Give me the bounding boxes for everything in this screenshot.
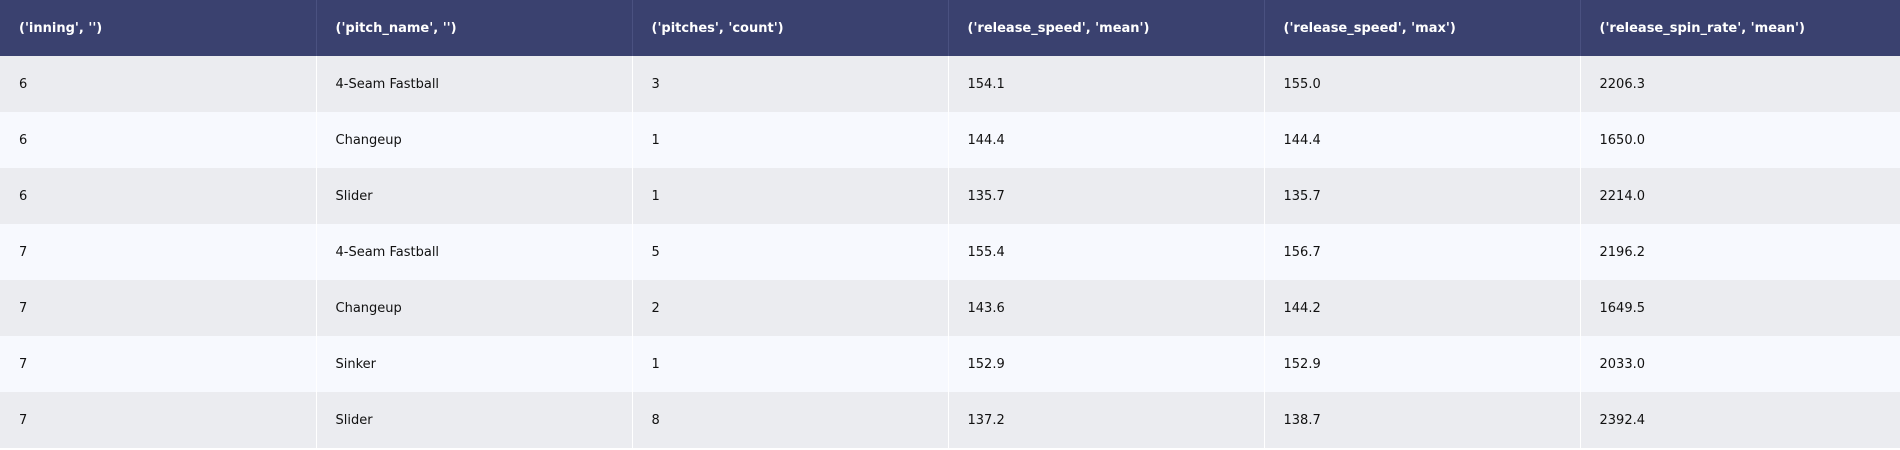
column-header-release-spin-rate-mean[interactable]: ('release_spin_rate', 'mean')	[1580, 0, 1900, 56]
cell-release-speed-max: 152.9	[1264, 336, 1581, 392]
cell-pitches-count: 3	[632, 56, 949, 112]
cell-release-speed-max: 144.2	[1264, 280, 1581, 336]
cell-pitches-count: 1	[632, 336, 949, 392]
pitch-stats-table: ('inning', '') ('pitch_name', '') ('pitc…	[0, 0, 1900, 448]
cell-inning: 6	[0, 112, 317, 168]
column-header-pitches-count[interactable]: ('pitches', 'count')	[632, 0, 949, 56]
cell-inning: 7	[0, 392, 317, 448]
table-row: 6 4-Seam Fastball 3 154.1 155.0 2206.3	[0, 56, 1900, 112]
cell-pitch-name: Changeup	[316, 280, 633, 336]
cell-pitches-count: 1	[632, 112, 949, 168]
cell-release-spin-rate-mean: 2392.4	[1599, 412, 1646, 428]
cell-pitches-count: 5	[632, 224, 949, 280]
column-header-release-speed-max[interactable]: ('release_speed', 'max')	[1264, 0, 1581, 56]
table-row: 7 Changeup 2 143.6 144.2 1649.5	[0, 280, 1900, 336]
cell-release-spin-rate-mean: 2033.0	[1599, 356, 1646, 372]
cell-pitches-count: 1	[632, 168, 949, 224]
cell-pitches-count: 8	[632, 392, 949, 448]
cell-release-speed-max: 135.7	[1264, 168, 1581, 224]
cell-release-speed-mean: 144.4	[948, 112, 1265, 168]
table-row: 6 Slider 1 135.7 135.7 2214.0	[0, 168, 1900, 224]
table-row: 7 Sinker 1 152.9 152.9 2033.0	[0, 336, 1900, 392]
cell-pitch-name: 4-Seam Fastball	[316, 56, 633, 112]
cell-release-speed-mean: 152.9	[948, 336, 1265, 392]
cell-inning: 7	[0, 280, 317, 336]
cell-pitch-name: Changeup	[316, 112, 633, 168]
cell-pitches-count: 2	[632, 280, 949, 336]
column-header-release-speed-mean[interactable]: ('release_speed', 'mean')	[948, 0, 1265, 56]
cell-pitch-name: Slider	[316, 392, 633, 448]
cell-release-speed-mean: 135.7	[948, 168, 1265, 224]
cell-pitch-name: 4-Seam Fastball	[316, 224, 633, 280]
column-header-pitch-name[interactable]: ('pitch_name', '')	[316, 0, 633, 56]
cell-inning: 7	[0, 336, 317, 392]
cell-release-speed-mean: 154.1	[948, 56, 1265, 112]
cell-release-spin-rate-mean: 2206.3	[1599, 76, 1646, 92]
cell-inning: 6	[0, 168, 317, 224]
header-row: ('inning', '') ('pitch_name', '') ('pitc…	[0, 0, 1900, 56]
cell-release-spin-rate-mean: 1650.0	[1599, 132, 1646, 148]
table-row: 7 4-Seam Fastball 5 155.4 156.7 2196.2	[0, 224, 1900, 280]
data-table-container: ('inning', '') ('pitch_name', '') ('pitc…	[0, 0, 1900, 450]
cell-pitch-name: Slider	[316, 168, 633, 224]
cell-release-spin-rate-mean: 2196.2	[1599, 244, 1646, 260]
table-body: 6 4-Seam Fastball 3 154.1 155.0 2206.3 6…	[0, 56, 1900, 448]
cell-release-speed-max: 144.4	[1264, 112, 1581, 168]
column-header-inning[interactable]: ('inning', '')	[0, 0, 317, 56]
cell-release-speed-max: 155.0	[1264, 56, 1581, 112]
cell-release-spin-rate-mean: 1649.5	[1599, 300, 1646, 316]
cell-release-speed-mean: 137.2	[948, 392, 1265, 448]
table-header: ('inning', '') ('pitch_name', '') ('pitc…	[0, 0, 1900, 56]
cell-release-spin-rate-mean: 2214.0	[1599, 188, 1646, 204]
cell-inning: 6	[0, 56, 317, 112]
table-row: 6 Changeup 1 144.4 144.4 1650.0	[0, 112, 1900, 168]
cell-pitch-name: Sinker	[316, 336, 633, 392]
cell-release-speed-max: 138.7	[1264, 392, 1581, 448]
cell-release-speed-max: 156.7	[1264, 224, 1581, 280]
table-row: 7 Slider 8 137.2 138.7 2392.4	[0, 392, 1900, 448]
cell-inning: 7	[0, 224, 317, 280]
cell-release-speed-mean: 143.6	[948, 280, 1265, 336]
cell-release-speed-mean: 155.4	[948, 224, 1265, 280]
